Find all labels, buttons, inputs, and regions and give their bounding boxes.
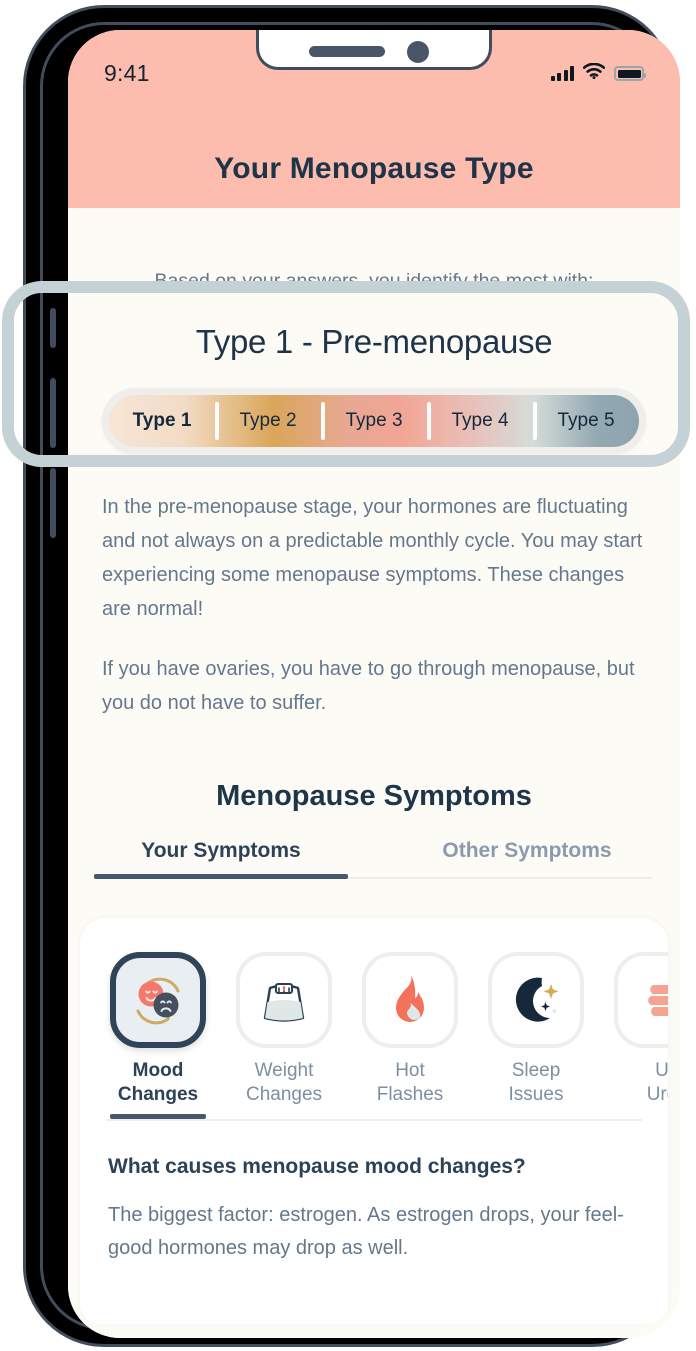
- symptom-icon-row[interactable]: Mood Changes Weight Changes Hot Flashes …: [80, 918, 668, 1119]
- type-selector-track: Type 1 Type 2 Type 3 Type 4 Type 5: [109, 395, 639, 447]
- symptoms-section-title: Menopause Symptoms: [216, 780, 532, 812]
- earpiece-speaker: [309, 46, 385, 57]
- symptom-item-hot-flashes[interactable]: Hot Flashes: [358, 952, 462, 1119]
- weight-scale-icon: [236, 952, 332, 1048]
- type-option-4[interactable]: Type 4: [427, 395, 533, 447]
- symptom-item-mood-changes[interactable]: Mood Changes: [106, 952, 210, 1119]
- card-divider: [106, 1119, 642, 1121]
- urinary-urgency-icon: [614, 952, 668, 1048]
- tab-other-symptoms[interactable]: Other Symptoms: [374, 839, 680, 879]
- phone-frame: Your Menopause Type 9:41 Based on your a…: [26, 8, 680, 1344]
- symptom-label-line2: Issues: [508, 1084, 564, 1105]
- symptom-label-line2: Urg: [646, 1084, 668, 1105]
- symptom-label-line1: Weight: [254, 1060, 314, 1081]
- front-camera: [407, 41, 429, 63]
- symptom-label-line1: Mood: [132, 1060, 184, 1081]
- type-option-1[interactable]: Type 1: [109, 395, 215, 447]
- wifi-icon: [582, 62, 606, 84]
- mood-changes-icon: [110, 952, 206, 1048]
- symptom-label-line2: Changes: [117, 1084, 199, 1105]
- symptom-label-line2: Changes: [245, 1084, 323, 1105]
- symptom-label-line1: Hot: [395, 1060, 425, 1081]
- flame-icon: [362, 952, 458, 1048]
- battery-icon: [614, 66, 646, 81]
- signal-bars-icon: [550, 66, 574, 81]
- phone-notch: [256, 30, 492, 70]
- status-icon-group: [550, 62, 646, 84]
- detail-question: What causes menopause mood changes?: [108, 1155, 526, 1178]
- screenshot-root: Your Menopause Type 9:41 Based on your a…: [0, 0, 696, 1351]
- type-option-5[interactable]: Type 5: [533, 395, 639, 447]
- mute-switch[interactable]: [50, 308, 56, 348]
- volume-down-button[interactable]: [50, 468, 56, 538]
- type-option-3[interactable]: Type 3: [321, 395, 427, 447]
- description-paragraph-1: In the pre-menopause stage, your hormone…: [102, 496, 643, 620]
- phone-screen: Your Menopause Type 9:41 Based on your a…: [68, 30, 680, 1338]
- symptoms-tabs: Your Symptoms Other Symptoms: [68, 839, 680, 879]
- type-selector[interactable]: Type 1 Type 2 Type 3 Type 4 Type 5: [102, 388, 646, 454]
- description-paragraph-2: If you have ovaries, you have to go thro…: [102, 658, 635, 714]
- symptom-item-weight-changes[interactable]: Weight Changes: [232, 952, 336, 1119]
- symptom-item-sleep-issues[interactable]: Sleep Issues: [484, 952, 588, 1119]
- tab-your-symptoms[interactable]: Your Symptoms: [68, 839, 374, 879]
- symptom-label-line1: U: [655, 1060, 668, 1081]
- symptom-label-mood-changes: Mood Changes: [106, 1059, 210, 1119]
- symptom-label-hot-flashes: Hot Flashes: [358, 1059, 462, 1119]
- status-time: 9:41: [104, 60, 150, 86]
- page-content: Based on your answers, you identify the …: [68, 208, 680, 1338]
- symptom-label-urinary-urgency: U Urg: [610, 1059, 668, 1119]
- moon-stars-icon: [488, 952, 584, 1048]
- symptom-label-line2: Flashes: [376, 1084, 444, 1105]
- menopause-type-title: Type 1 - Pre-menopause: [195, 323, 553, 360]
- symptom-item-urinary-urgency[interactable]: U Urg: [610, 952, 668, 1119]
- symptom-label-weight-changes: Weight Changes: [232, 1059, 336, 1119]
- result-subtitle: Based on your answers, you identify the …: [154, 270, 594, 292]
- detail-answer: The biggest factor: estrogen. As estroge…: [108, 1204, 624, 1259]
- page-title: Your Menopause Type: [214, 152, 534, 185]
- type-option-2[interactable]: Type 2: [215, 395, 321, 447]
- volume-up-button[interactable]: [50, 378, 56, 448]
- symptom-label-line1: Sleep: [511, 1060, 561, 1081]
- symptoms-card: Mood Changes Weight Changes Hot Flashes …: [80, 918, 668, 1324]
- symptom-label-sleep-issues: Sleep Issues: [484, 1059, 588, 1119]
